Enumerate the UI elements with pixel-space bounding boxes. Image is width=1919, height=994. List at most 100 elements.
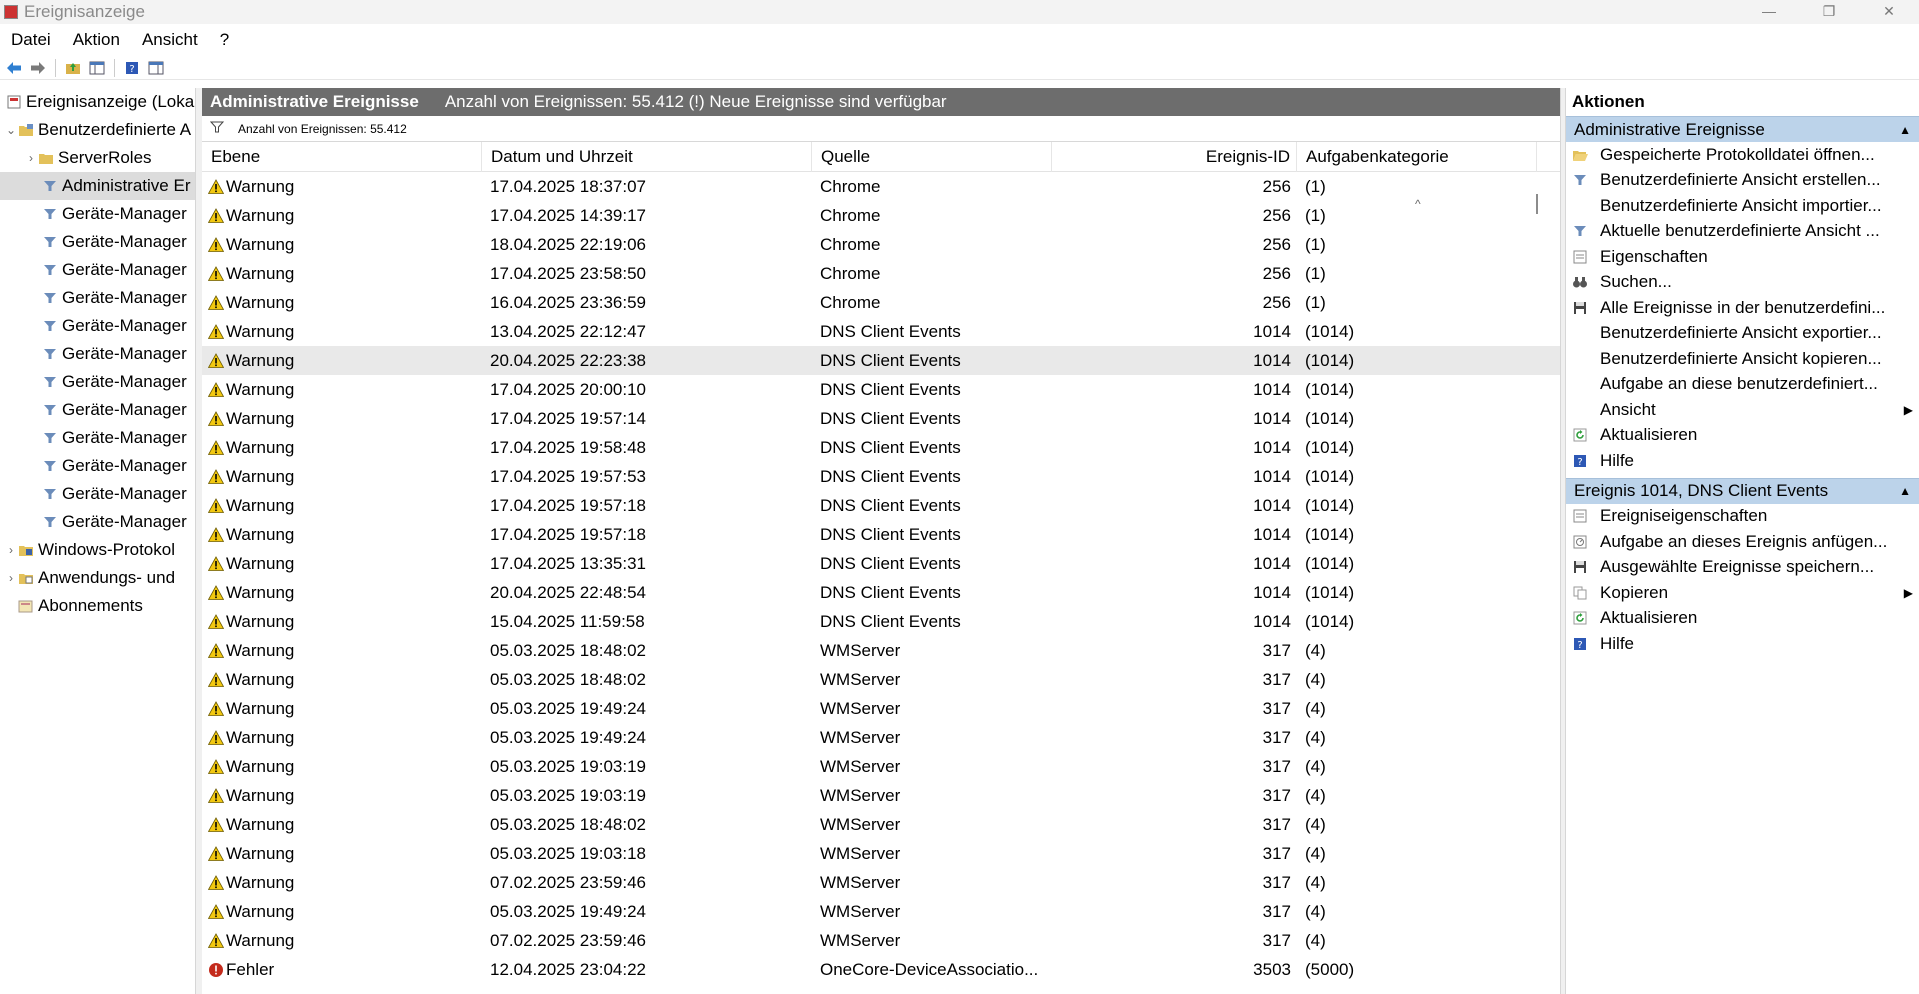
table-row[interactable]: Fehler 12.04.2025 23:04:22 OneCore-DeviceA… — [202, 955, 1560, 984]
cell-source: DNS Client Events — [820, 524, 961, 544]
action-item[interactable]: Kopieren ▶ — [1566, 580, 1919, 606]
chevron-right-icon[interactable]: › — [24, 151, 38, 165]
menu-ansicht[interactable]: Ansicht — [131, 30, 209, 50]
table-row[interactable]: Warnung 05.03.2025 19:03:18 WMServer 317 (4) — [202, 839, 1560, 868]
action-item[interactable]: Eigenschaften — [1566, 244, 1919, 270]
tree-item-subscriptions[interactable]: Abonnements — [0, 592, 195, 620]
column-header-level[interactable]: Ebene — [202, 141, 482, 172]
minimize-button[interactable]: — — [1739, 0, 1799, 24]
cell-date: 05.03.2025 18:48:02 — [490, 640, 646, 660]
action-item[interactable]: Gespeicherte Protokolldatei öffnen... — [1566, 142, 1919, 168]
actions-section-header[interactable]: Administrative Ereignisse ▲ — [1566, 116, 1919, 142]
table-row[interactable]: Warnung 13.04.2025 22:12:47 DNS Client Eve… — [202, 317, 1560, 346]
table-row[interactable]: Warnung 17.04.2025 19:57:18 DNS Client Eve… — [202, 491, 1560, 520]
forward-button[interactable] — [28, 58, 48, 78]
actions-section-header[interactable]: Ereignis 1014, DNS Client Events ▲ — [1566, 477, 1919, 504]
action-item[interactable]: Benutzerdefinierte Ansicht kopieren... — [1566, 346, 1919, 372]
cell-date: 17.04.2025 19:57:14 — [490, 408, 646, 428]
table-row[interactable]: Warnung 05.03.2025 19:03:19 WMServer 317 (4) — [202, 752, 1560, 781]
close-button[interactable]: ✕ — [1859, 0, 1919, 24]
menu-aktion[interactable]: Aktion — [62, 30, 131, 50]
tree-item-device-manager[interactable]: Geräte-Manager — [0, 424, 195, 452]
table-row[interactable]: Warnung 05.03.2025 19:03:19 WMServer 317 (4) — [202, 781, 1560, 810]
action-item[interactable]: Ereigniseigenschaften — [1566, 504, 1919, 530]
table-row[interactable]: Warnung 05.03.2025 19:49:24 WMServer 317 (4) — [202, 723, 1560, 752]
table-row[interactable]: Warnung 07.02.2025 23:59:46 WMServer 317 (4) — [202, 926, 1560, 955]
collapse-icon[interactable]: ▲ — [1899, 484, 1911, 498]
collapse-icon[interactable]: ▲ — [1899, 123, 1911, 137]
tree-item-root[interactable]: Ereignisanzeige (Loka — [0, 88, 195, 116]
tree-item-administrative-events[interactable]: Administrative Er — [0, 172, 195, 200]
tree-item-server-roles[interactable]: › ServerRoles — [0, 144, 195, 172]
table-row[interactable]: Warnung 07.02.2025 23:59:46 WMServer 317 (4) — [202, 868, 1560, 897]
tree-item-device-manager[interactable]: Geräte-Manager — [0, 312, 195, 340]
back-button[interactable] — [4, 58, 24, 78]
menu-help[interactable]: ? — [209, 30, 240, 50]
scrollbar-thumb[interactable] — [1536, 194, 1538, 214]
show-hide-console-button[interactable] — [87, 58, 107, 78]
table-row[interactable]: Warnung 17.04.2025 19:57:14 DNS Client Eve… — [202, 404, 1560, 433]
action-item[interactable]: Aktuelle benutzerdefinierte Ansicht ... — [1566, 219, 1919, 245]
column-header-source[interactable]: Quelle — [812, 141, 1052, 172]
menu-datei[interactable]: Datei — [0, 30, 62, 50]
chevron-right-icon[interactable]: › — [4, 571, 18, 585]
column-header-category[interactable]: Aufgabenkategorie — [1297, 141, 1537, 172]
tree-item-device-manager[interactable]: Geräte-Manager — [0, 396, 195, 424]
tree-item-device-manager[interactable]: Geräte-Manager — [0, 508, 195, 536]
table-row[interactable]: Warnung 17.04.2025 14:39:17 Chrome 256 (1) — [202, 201, 1560, 230]
table-row[interactable]: Warnung 17.04.2025 18:37:07 Chrome 256 (1) — [202, 172, 1560, 201]
table-row[interactable]: Warnung 17.04.2025 20:00:10 DNS Client Eve… — [202, 375, 1560, 404]
column-header-date[interactable]: Datum und Uhrzeit — [482, 141, 812, 172]
table-row[interactable]: Warnung 05.03.2025 18:48:02 WMServer 317 (4) — [202, 810, 1560, 839]
action-item[interactable]: Benutzerdefinierte Ansicht importier... — [1566, 193, 1919, 219]
tree-item-device-manager[interactable]: Geräte-Manager — [0, 256, 195, 284]
table-row[interactable]: Warnung 05.03.2025 19:49:24 WMServer 317 (4) — [202, 694, 1560, 723]
action-item[interactable]: Aktualisieren — [1566, 606, 1919, 632]
table-row[interactable]: Warnung 05.03.2025 18:48:02 WMServer 317 (4) — [202, 636, 1560, 665]
table-row[interactable]: Warnung 20.04.2025 22:23:38 DNS Client Eve… — [202, 346, 1560, 375]
tree-item-device-manager[interactable]: Geräte-Manager — [0, 200, 195, 228]
tree-item-device-manager[interactable]: Geräte-Manager — [0, 284, 195, 312]
restore-button[interactable]: ❐ — [1799, 0, 1859, 24]
table-row[interactable]: Warnung 20.04.2025 22:48:54 DNS Client Eve… — [202, 578, 1560, 607]
action-item[interactable]: Aufgabe an dieses Ereignis anfügen... — [1566, 529, 1919, 555]
action-item[interactable]: Aktualisieren — [1566, 423, 1919, 449]
table-row[interactable]: Warnung 15.04.2025 11:59:58 DNS Client Eve… — [202, 607, 1560, 636]
table-row[interactable]: Warnung 17.04.2025 13:35:31 DNS Client Eve… — [202, 549, 1560, 578]
tree-item-windows-logs[interactable]: › Windows-Protokol — [0, 536, 195, 564]
table-row[interactable]: Warnung 16.04.2025 23:36:59 Chrome 256 (1) — [202, 288, 1560, 317]
table-row[interactable]: Warnung 17.04.2025 19:58:48 DNS Client Eve… — [202, 433, 1560, 462]
tree-item-device-manager[interactable]: Geräte-Manager — [0, 480, 195, 508]
table-row[interactable]: Warnung 17.04.2025 19:57:18 DNS Client Eve… — [202, 520, 1560, 549]
action-item[interactable]: Benutzerdefinierte Ansicht erstellen... — [1566, 168, 1919, 194]
table-row[interactable]: Warnung 18.04.2025 22:19:06 Chrome 256 (1) — [202, 230, 1560, 259]
help-button[interactable]: ? — [122, 58, 142, 78]
chevron-down-icon[interactable]: ⌄ — [4, 123, 18, 137]
warning-icon — [208, 642, 224, 658]
tree-item-custom-views[interactable]: ⌄ Benutzerdefinierte A — [0, 116, 195, 144]
action-item[interactable]: Suchen... — [1566, 270, 1919, 296]
chevron-right-icon[interactable]: › — [4, 543, 18, 557]
action-item[interactable]: ? Hilfe — [1566, 631, 1919, 657]
action-item[interactable]: ? Hilfe — [1566, 448, 1919, 474]
table-row[interactable]: Warnung 17.04.2025 19:57:53 DNS Client Eve… — [202, 462, 1560, 491]
cell-date: 07.02.2025 23:59:46 — [490, 930, 646, 950]
action-item[interactable]: Benutzerdefinierte Ansicht exportier... — [1566, 321, 1919, 347]
action-item[interactable]: Aufgabe an diese benutzerdefiniert... — [1566, 372, 1919, 398]
cell-date: 13.04.2025 22:12:47 — [490, 321, 646, 341]
table-row[interactable]: Warnung 05.03.2025 19:49:24 WMServer 317 (4) — [202, 897, 1560, 926]
tree-item-device-manager[interactable]: Geräte-Manager — [0, 452, 195, 480]
tree-item-device-manager[interactable]: Geräte-Manager — [0, 340, 195, 368]
action-item[interactable]: Alle Ereignisse in der benutzerdefini... — [1566, 295, 1919, 321]
action-item[interactable]: Ausgewählte Ereignisse speichern... — [1566, 555, 1919, 581]
tree-item-device-manager[interactable]: Geräte-Manager — [0, 368, 195, 396]
tree-item-app-logs[interactable]: › Anwendungs- und — [0, 564, 195, 592]
error-icon — [209, 962, 223, 977]
column-header-event-id[interactable]: Ereignis-ID — [1052, 141, 1297, 172]
show-action-pane-button[interactable] — [146, 58, 166, 78]
table-row[interactable]: Warnung 05.03.2025 18:48:02 WMServer 317 (4) — [202, 665, 1560, 694]
tree-item-device-manager[interactable]: Geräte-Manager — [0, 228, 195, 256]
table-row[interactable]: Warnung 17.04.2025 23:58:50 Chrome 256 (1) — [202, 259, 1560, 288]
action-item[interactable]: Ansicht ▶ — [1566, 397, 1919, 423]
up-folder-button[interactable] — [63, 58, 83, 78]
